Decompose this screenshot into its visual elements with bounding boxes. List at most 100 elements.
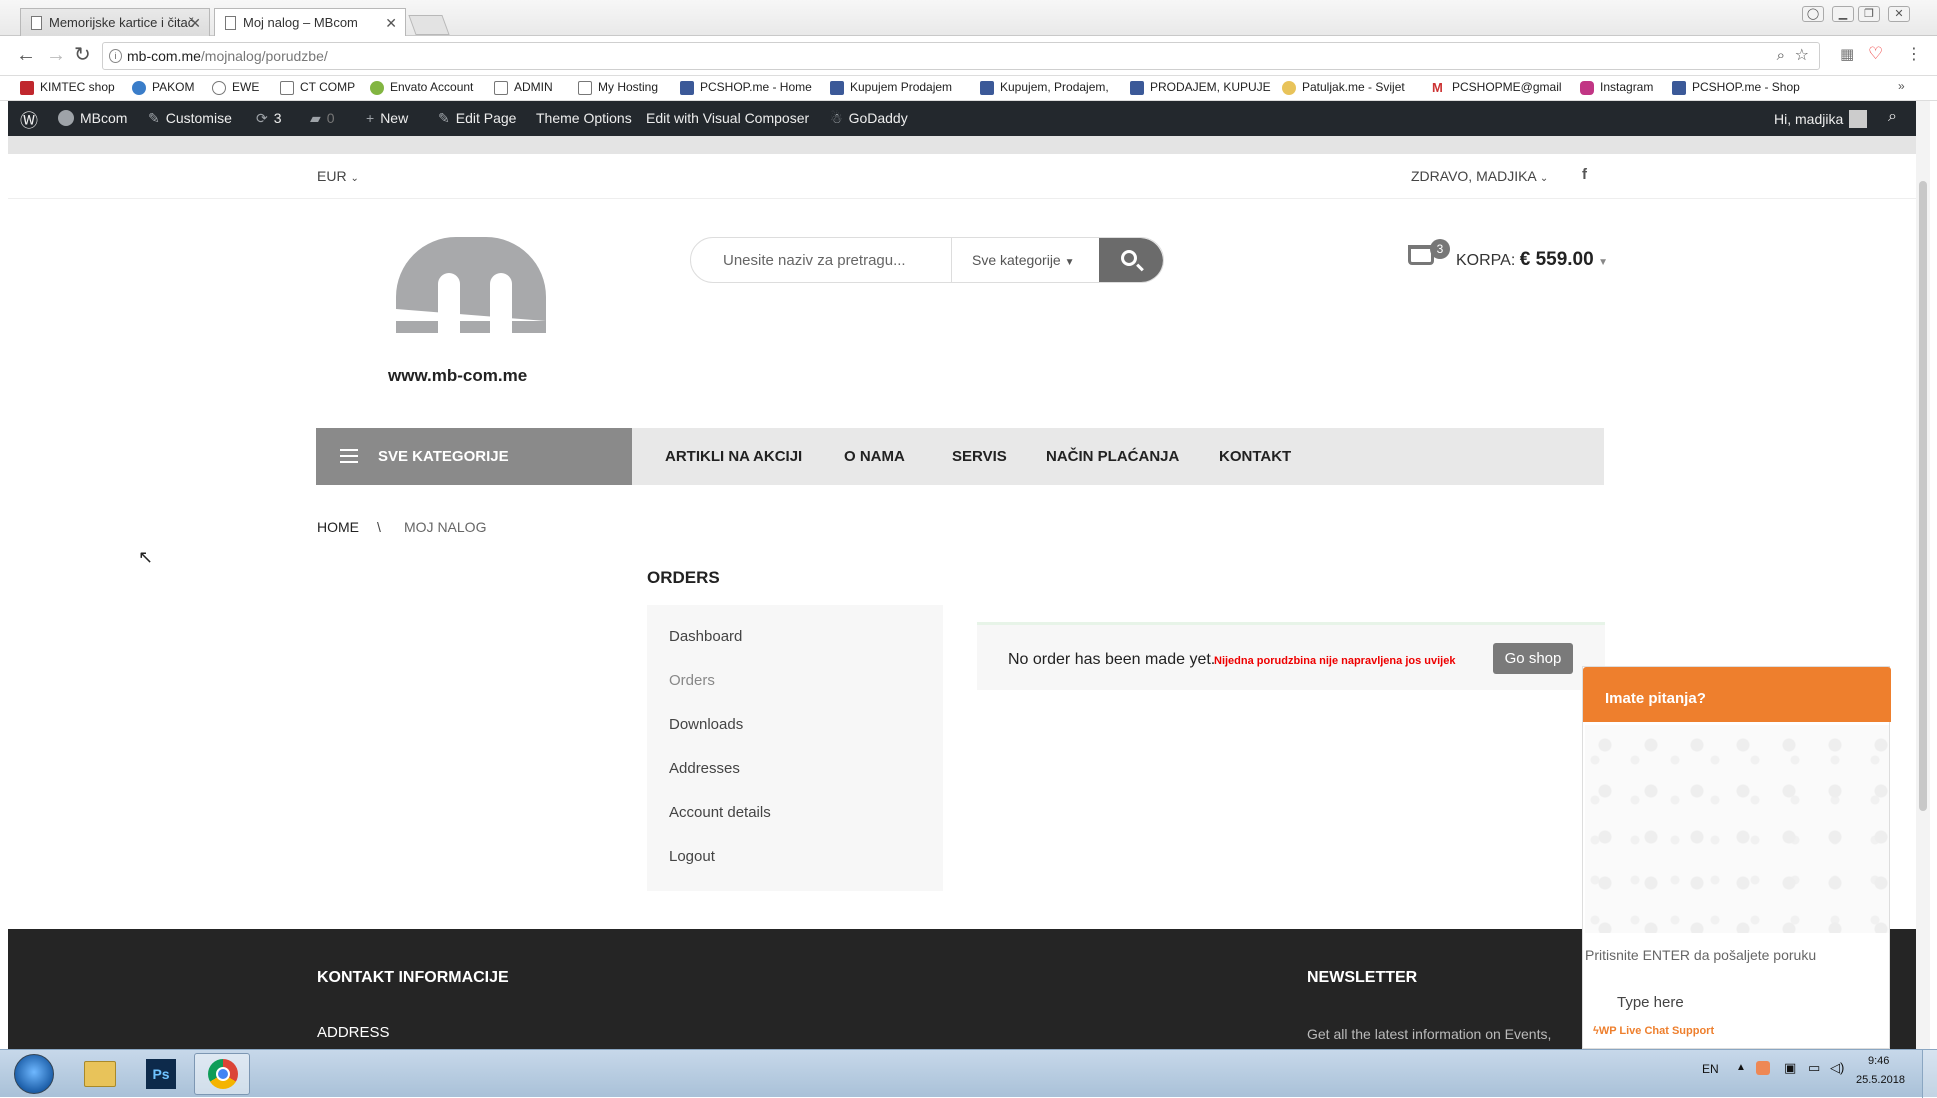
browser-tab-active[interactable]: Moj nalog – MBcom ✕: [214, 8, 406, 36]
bookmark[interactable]: EWE: [212, 80, 259, 95]
bookmark[interactable]: Patuljak.me - Svijet: [1282, 80, 1405, 95]
wordpress-logo-icon[interactable]: Ⓦ: [20, 107, 38, 133]
account-link[interactable]: Hi, madjika: [1774, 110, 1868, 128]
search-icon[interactable]: ⌕: [1888, 108, 1897, 126]
nav-item-sale[interactable]: ARTIKLI NA AKCIJI: [665, 428, 802, 485]
star-icon[interactable]: ☆: [1795, 43, 1809, 69]
volume-icon[interactable]: ◁): [1830, 1060, 1844, 1076]
hamburger-icon: [340, 449, 358, 463]
account-nav-dashboard[interactable]: Dashboard: [669, 628, 742, 645]
nav-item-payment[interactable]: NAČIN PLAĆANJA: [1046, 428, 1179, 485]
window-close-button[interactable]: ✕: [1888, 6, 1910, 22]
breadcrumb-separator: \: [377, 519, 381, 535]
reload-icon[interactable]: ↻: [74, 45, 91, 65]
godaddy-link[interactable]: ☃ GoDaddy: [830, 110, 908, 127]
comments-link[interactable]: ▰ 0: [310, 110, 335, 127]
browser-tab[interactable]: Memorijske kartice i čitač ✕: [20, 8, 210, 36]
bookmark[interactable]: Envato Account: [370, 80, 473, 95]
customise-link[interactable]: ✎ Customise: [148, 110, 232, 127]
zoom-icon[interactable]: ⌕: [1777, 43, 1785, 69]
site-logo[interactable]: [388, 237, 550, 337]
url-field[interactable]: i mb-com.me/mojnalog/porudzbe/ ⌕ ☆: [102, 42, 1820, 70]
bookmark[interactable]: PAKOM: [132, 80, 194, 95]
info-icon[interactable]: i: [109, 49, 122, 63]
edit-page-link[interactable]: ✎ Edit Page: [438, 110, 516, 127]
clock-date[interactable]: 25.5.2018: [1856, 1074, 1905, 1086]
cart-total: € 559.00: [1519, 249, 1594, 270]
caret-down-icon: ▼: [1598, 257, 1609, 268]
breadcrumb-home[interactable]: HOME: [317, 519, 359, 535]
show-desktop-button[interactable]: [1922, 1050, 1937, 1098]
bookmark[interactable]: PCSHOP.me - Home: [680, 80, 812, 95]
footer-address-label: ADDRESS: [317, 1024, 390, 1041]
nav-item-contact[interactable]: KONTAKT: [1219, 428, 1291, 485]
nav-item-about[interactable]: O NAMA: [844, 428, 905, 485]
vertical-scrollbar[interactable]: [1916, 101, 1930, 1049]
search-button[interactable]: [1099, 238, 1163, 282]
footer-contact-title: KONTAKT INFORMACIJE: [317, 969, 509, 986]
mini-cart[interactable]: 3 KORPA: € 559.00 ▼: [1408, 239, 1628, 279]
language-indicator[interactable]: EN: [1702, 1062, 1719, 1076]
new-link[interactable]: + New: [366, 110, 408, 126]
bookmark[interactable]: Kupujem, Prodajem,: [980, 80, 1109, 95]
facebook-icon[interactable]: f: [1582, 166, 1587, 183]
photoshop-taskbar-button[interactable]: Ps: [134, 1053, 190, 1095]
category-select[interactable]: Sve kategorije ▼: [951, 238, 1101, 282]
heart-icon[interactable]: ♡: [1868, 44, 1883, 64]
menu-icon[interactable]: ⋮: [1906, 44, 1922, 64]
extension-icon[interactable]: ▦: [1840, 45, 1854, 63]
bookmark[interactable]: CT COMP: [280, 80, 355, 95]
close-icon[interactable]: ✕: [189, 9, 201, 36]
account-nav-details[interactable]: Account details: [669, 804, 771, 821]
url-host: mb-com.me: [127, 48, 201, 64]
minimize-button[interactable]: ▁: [1832, 6, 1854, 22]
network-icon[interactable]: ▣: [1784, 1060, 1796, 1076]
bookmark[interactable]: KIMTEC shop: [20, 80, 115, 95]
forward-icon[interactable]: →: [46, 45, 66, 65]
bookmark[interactable]: M PCSHOPME@gmail: [1432, 80, 1562, 95]
bookmark[interactable]: PCSHOP.me - Shop: [1672, 80, 1800, 95]
back-icon[interactable]: ←: [16, 45, 36, 65]
visual-composer-link[interactable]: Edit with Visual Composer: [646, 110, 809, 126]
search-input[interactable]: [691, 238, 951, 282]
start-button[interactable]: [14, 1054, 54, 1094]
theme-options-link[interactable]: Theme Options: [536, 110, 632, 126]
all-categories-button[interactable]: SVE KATEGORIJE: [316, 428, 632, 485]
go-shop-button[interactable]: Go shop: [1493, 643, 1573, 674]
updates-link[interactable]: ⟳ 3: [256, 110, 282, 127]
nav-item-service[interactable]: SERVIS: [952, 428, 1007, 485]
close-icon[interactable]: ✕: [385, 9, 397, 36]
chat-powered-by[interactable]: ϟWP Live Chat Support: [1593, 1025, 1714, 1037]
no-orders-notice: No order has been made yet. Nijedna poru…: [977, 622, 1605, 690]
user-icon[interactable]: ◯: [1802, 6, 1824, 22]
monitor-icon[interactable]: ▭: [1808, 1060, 1820, 1076]
bookmark[interactable]: My Hosting: [578, 80, 658, 95]
user-greeting-menu[interactable]: ZDRAVO, MADJIKA ⌄: [1411, 168, 1548, 184]
site-name-link[interactable]: MBcom: [58, 110, 127, 126]
account-nav-downloads[interactable]: Downloads: [669, 716, 743, 733]
restore-button[interactable]: ❐: [1858, 6, 1880, 22]
clock-time[interactable]: 9:46: [1868, 1055, 1889, 1067]
chat-message-input[interactable]: [1583, 987, 1889, 1017]
chat-header[interactable]: Imate pitanja?: [1583, 667, 1891, 722]
new-tab-button[interactable]: [408, 15, 450, 35]
bookmark[interactable]: Instagram: [1580, 80, 1653, 95]
bookmark[interactable]: ADMIN: [494, 80, 553, 95]
account-nav-logout[interactable]: Logout: [669, 848, 715, 865]
cart-count-badge: 3: [1430, 239, 1450, 259]
more-bookmarks-icon[interactable]: »: [1898, 79, 1905, 93]
tray-expand-icon[interactable]: ▲: [1736, 1062, 1746, 1073]
bookmark[interactable]: Kupujem Prodajem: [830, 80, 952, 95]
explorer-taskbar-button[interactable]: [72, 1053, 128, 1095]
chevron-down-icon: ⌄: [350, 173, 359, 184]
account-nav-orders[interactable]: Orders: [669, 672, 715, 689]
account-nav-addresses[interactable]: Addresses: [669, 760, 740, 777]
bookmark[interactable]: PRODAJEM, KUPUJE: [1130, 80, 1271, 95]
notice-translation: Nijedna porudzbina nije napravljena jos …: [1214, 655, 1456, 667]
chat-background: [1585, 725, 1889, 933]
tray-app-icon[interactable]: [1756, 1061, 1770, 1075]
scrollbar-thumb[interactable]: [1919, 181, 1927, 811]
page-title: ORDERS: [647, 568, 720, 587]
chrome-taskbar-button[interactable]: [194, 1053, 250, 1095]
currency-switcher[interactable]: EUR ⌄: [317, 168, 359, 184]
